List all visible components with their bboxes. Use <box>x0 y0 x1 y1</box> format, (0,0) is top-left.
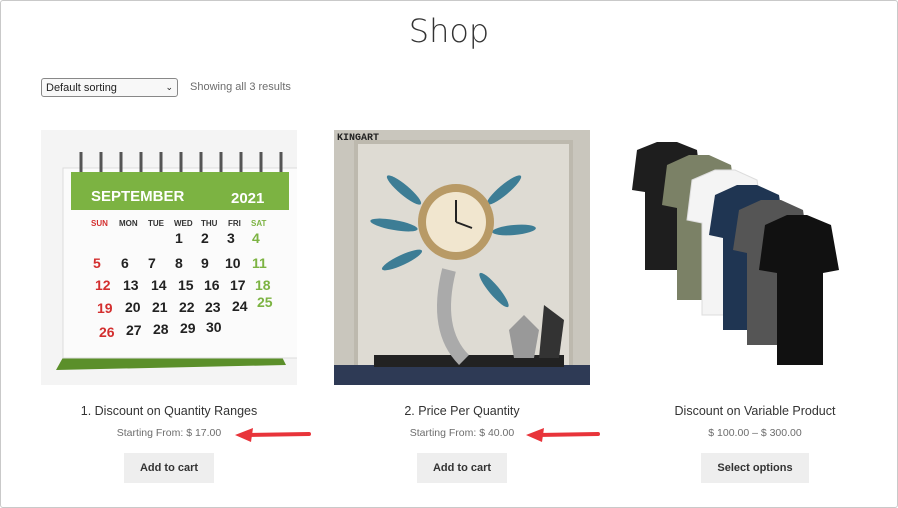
arrow-left-icon <box>526 428 600 442</box>
svg-text:3: 3 <box>227 230 235 246</box>
product-price: $ 100.00 – $ 300.00 <box>708 427 802 439</box>
calendar-year: 2021 <box>231 190 264 207</box>
result-count: Showing all 3 results <box>190 81 291 93</box>
svg-text:21: 21 <box>152 299 168 315</box>
svg-text:8: 8 <box>175 255 183 271</box>
sorting-select[interactable]: Default sorting ⌄ <box>41 78 178 97</box>
svg-text:30: 30 <box>206 319 222 335</box>
svg-text:12: 12 <box>95 277 111 293</box>
svg-text:26: 26 <box>99 324 115 340</box>
product-image-clock[interactable]: KINGART <box>334 130 590 385</box>
svg-text:29: 29 <box>180 320 196 336</box>
svg-text:11: 11 <box>252 255 267 271</box>
product-title[interactable]: 1. Discount on Quantity Ranges <box>41 404 297 418</box>
svg-text:5: 5 <box>93 255 101 271</box>
svg-text:6: 6 <box>121 255 129 271</box>
svg-text:19: 19 <box>97 300 113 316</box>
svg-text:13: 13 <box>123 277 139 293</box>
svg-text:14: 14 <box>151 277 167 293</box>
svg-text:FRI: FRI <box>228 219 241 228</box>
product-image-tshirts[interactable] <box>627 130 883 385</box>
svg-text:1: 1 <box>175 230 183 246</box>
svg-text:23: 23 <box>205 299 221 315</box>
svg-text:4: 4 <box>252 230 260 246</box>
svg-text:MON: MON <box>119 219 138 228</box>
svg-text:24: 24 <box>232 298 248 314</box>
product-title[interactable]: Discount on Variable Product <box>627 404 883 418</box>
page-title: Shop <box>408 12 490 50</box>
select-options-button[interactable]: Select options <box>701 453 809 483</box>
chevron-down-icon: ⌄ <box>165 82 173 92</box>
svg-text:15: 15 <box>178 277 194 293</box>
svg-text:10: 10 <box>225 255 241 271</box>
svg-text:SAT: SAT <box>251 219 267 228</box>
product-title[interactable]: 2. Price Per Quantity <box>334 404 590 418</box>
svg-text:9: 9 <box>201 255 209 271</box>
add-to-cart-button[interactable]: Add to cart <box>123 453 215 483</box>
add-to-cart-button[interactable]: Add to cart <box>416 453 508 483</box>
svg-text:7: 7 <box>148 255 156 271</box>
svg-text:WED: WED <box>174 219 193 228</box>
svg-text:22: 22 <box>179 299 195 315</box>
calendar-month: SEPTEMBER <box>91 188 185 205</box>
svg-text:2: 2 <box>201 230 209 246</box>
svg-text:25: 25 <box>257 294 273 310</box>
product-image-calendar[interactable]: SEPTEMBER 2021 SUN MON TUE WED THU FRI SAT 123… <box>41 130 297 385</box>
svg-text:18: 18 <box>255 277 271 293</box>
svg-text:17: 17 <box>230 277 246 293</box>
svg-text:SUN: SUN <box>91 219 108 228</box>
svg-text:27: 27 <box>126 322 142 338</box>
svg-text:16: 16 <box>204 277 220 293</box>
arrow-left-icon <box>235 428 311 442</box>
svg-text:TUE: TUE <box>148 219 165 228</box>
sorting-value: Default sorting <box>46 81 117 94</box>
svg-text:28: 28 <box>153 321 169 337</box>
svg-text:20: 20 <box>125 299 141 315</box>
svg-text:THU: THU <box>201 219 218 228</box>
product-card: Discount on Variable Product $ 100.00 – … <box>627 130 883 483</box>
watermark: KINGART <box>337 133 379 144</box>
